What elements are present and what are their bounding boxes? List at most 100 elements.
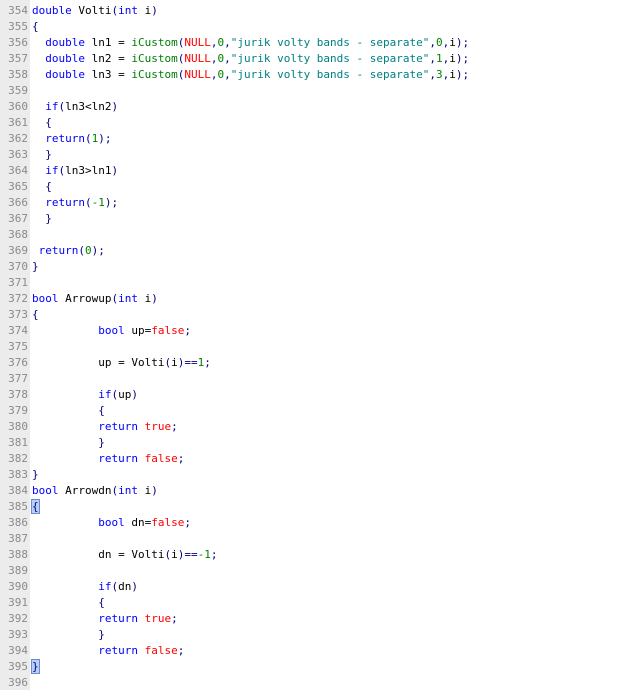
line-number: 362 xyxy=(8,132,28,145)
code-line[interactable]: 355 { xyxy=(0,19,621,35)
code-token-ident: dn xyxy=(118,580,132,593)
code-line[interactable]: 375 xyxy=(0,339,621,355)
line-code: bool Arrowup(int i) xyxy=(32,291,158,307)
code-line[interactable]: 361 { xyxy=(0,115,621,131)
code-token-kw: double xyxy=(32,4,72,17)
line-code: } xyxy=(32,435,105,451)
code-line[interactable]: 389 xyxy=(0,563,621,579)
code-token-ident xyxy=(32,68,45,81)
line-code: double ln3 = iCustom(NULL,0,"jurik volty… xyxy=(32,67,469,83)
code-editor[interactable]: 354 double Volti(int i) 355{356 double ln1… xyxy=(0,0,621,690)
code-line[interactable]: 380 return true; xyxy=(0,419,621,435)
code-token-ident xyxy=(138,612,145,625)
code-token-num: -1 xyxy=(197,548,211,561)
code-line[interactable]: 393 } xyxy=(0,627,621,643)
code-token-brace-hl: { xyxy=(31,499,40,514)
code-line[interactable]: 376 up = Volti(i)==1; xyxy=(0,355,621,371)
code-token-lit: true xyxy=(144,612,172,625)
line-code: } xyxy=(32,467,39,483)
code-token-punc: ; xyxy=(204,356,211,369)
code-line[interactable]: 386 bool dn=false; xyxy=(0,515,621,531)
code-token-ident: i xyxy=(138,4,152,17)
code-token-kw: return xyxy=(45,196,85,209)
code-token-num: iCustom xyxy=(131,68,178,81)
code-line[interactable]: 392 return true; xyxy=(0,611,621,627)
code-token-kw: return xyxy=(98,644,138,657)
code-line[interactable]: 374 bool up=false; xyxy=(0,323,621,339)
code-line[interactable]: 387 xyxy=(0,531,621,547)
code-line[interactable]: 362 return(1); xyxy=(0,131,621,147)
code-line[interactable]: 356 double ln1 = iCustom(NULL,0,"jurik v… xyxy=(0,35,621,51)
code-line[interactable]: 368 xyxy=(0,227,621,243)
code-line[interactable]: 372 bool Arrowup(int i) xyxy=(0,291,621,307)
code-line[interactable]: 354 double Volti(int i) xyxy=(0,3,621,19)
code-line[interactable]: 395} xyxy=(0,659,621,675)
code-line[interactable]: 366 return(-1); xyxy=(0,195,621,211)
code-line[interactable]: 381 } xyxy=(0,435,621,451)
code-token-punc: ) xyxy=(151,292,158,305)
code-line[interactable]: 367 } xyxy=(0,211,621,227)
code-line[interactable]: 360 if(ln3<ln2) xyxy=(0,99,621,115)
code-token-ident xyxy=(32,356,98,369)
code-line[interactable]: 373 { xyxy=(0,307,621,323)
code-line[interactable]: 371 xyxy=(0,275,621,291)
code-line[interactable]: 388 dn = Volti(i)==-1; xyxy=(0,547,621,563)
code-line[interactable]: 385{ xyxy=(0,499,621,515)
code-token-ident xyxy=(32,548,98,561)
code-line[interactable]: 378 if(up) xyxy=(0,387,621,403)
code-token-punc: } xyxy=(98,628,105,641)
code-token-num: 0 xyxy=(436,36,443,49)
code-token-str: "jurik volty bands - separate" xyxy=(230,68,430,81)
code-token-kw: double xyxy=(45,36,85,49)
code-line[interactable]: 377 xyxy=(0,371,621,387)
code-line[interactable]: 396 xyxy=(0,675,621,691)
code-token-ident: up= xyxy=(124,324,152,337)
code-token-punc: } xyxy=(45,148,52,161)
code-token-punc: { xyxy=(98,404,105,417)
code-token-lit: false xyxy=(151,516,185,529)
line-code: double Volti(int i) xyxy=(32,3,158,19)
code-token-punc: { xyxy=(45,116,52,129)
line-code: bool up=false; xyxy=(32,323,191,339)
code-token-num: iCustom xyxy=(131,36,178,49)
line-number: 368 xyxy=(8,228,28,241)
line-number: 391 xyxy=(8,596,28,609)
code-line[interactable]: 382 return false; xyxy=(0,451,621,467)
code-line[interactable]: 391 { xyxy=(0,595,621,611)
code-token-ident xyxy=(32,404,98,417)
line-code: { xyxy=(32,19,39,35)
code-token-punc: ); xyxy=(455,52,470,65)
code-token-num: iCustom xyxy=(131,52,178,65)
code-token-ident: up xyxy=(118,388,132,401)
code-line[interactable]: 369 return(0); xyxy=(0,243,621,259)
line-code: double ln1 = iCustom(NULL,0,"jurik volty… xyxy=(32,35,469,51)
code-token-kw: double xyxy=(45,68,85,81)
code-line[interactable]: 358 double ln3 = iCustom(NULL,0,"jurik v… xyxy=(0,67,621,83)
code-token-punc: { xyxy=(45,180,52,193)
code-token-punc: ) xyxy=(151,484,158,497)
code-line[interactable]: 384 bool Arrowdn(int i) xyxy=(0,483,621,499)
code-line[interactable]: 379 { xyxy=(0,403,621,419)
code-line[interactable]: 357 double ln2 = iCustom(NULL,0,"jurik v… xyxy=(0,51,621,67)
code-line[interactable]: 363 } xyxy=(0,147,621,163)
code-line[interactable]: 390 if(dn) xyxy=(0,579,621,595)
line-number: 389 xyxy=(8,564,28,577)
code-token-ident: up = Volti xyxy=(98,356,165,369)
code-lines[interactable]: 354 double Volti(int i) 355{356 double ln1… xyxy=(0,3,621,691)
code-token-ident xyxy=(32,52,45,65)
code-line[interactable]: 359 xyxy=(0,83,621,99)
code-line[interactable]: 364 if(ln3>ln1) xyxy=(0,163,621,179)
line-code: return(0); xyxy=(32,243,105,259)
code-token-punc: } xyxy=(98,436,105,449)
code-token-ident: dn = Volti xyxy=(98,548,165,561)
code-line[interactable]: 370} xyxy=(0,259,621,275)
code-token-punc: ) xyxy=(151,4,158,17)
line-code: return(-1); xyxy=(32,195,118,211)
code-token-ident: i xyxy=(449,68,456,81)
code-line[interactable]: 394 return false; xyxy=(0,643,621,659)
code-token-punc: } xyxy=(45,212,52,225)
line-number: 386 xyxy=(8,516,28,529)
code-line[interactable]: 365 { xyxy=(0,179,621,195)
code-line[interactable]: 383} xyxy=(0,467,621,483)
line-code: { xyxy=(31,499,40,515)
